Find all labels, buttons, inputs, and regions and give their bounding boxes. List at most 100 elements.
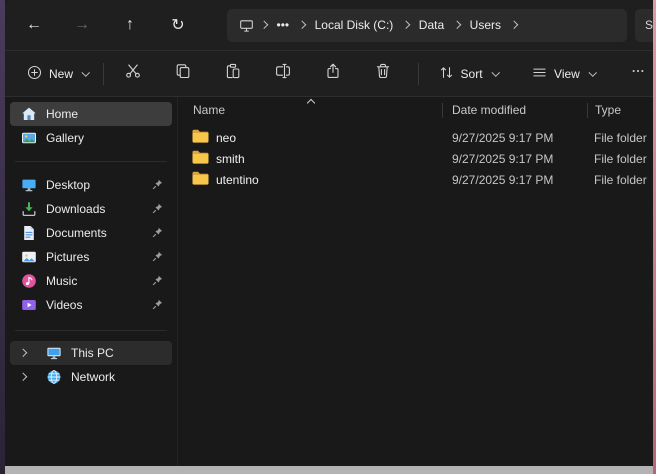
more-icon [631, 64, 645, 83]
paste-button[interactable] [214, 58, 252, 90]
sort-button[interactable]: Sort [429, 58, 509, 90]
sidebar-item-label: Downloads [46, 202, 105, 216]
chevron-down-icon [491, 68, 499, 76]
sidebar-item-label: Music [46, 274, 77, 288]
sidebar-item-desktop[interactable]: Desktop [10, 173, 172, 197]
breadcrumb-chevron-icon [260, 21, 268, 29]
more-options-button[interactable] [619, 58, 653, 90]
breadcrumb-item-data[interactable]: Data [412, 12, 451, 38]
trash-icon [375, 63, 391, 84]
cut-button[interactable] [114, 58, 152, 90]
delete-button[interactable] [364, 58, 402, 90]
breadcrumb-chevron-icon [298, 21, 306, 29]
breadcrumb-ellipsis-button[interactable]: ••• [270, 12, 297, 38]
file-type: File folder [587, 152, 653, 166]
expand-chevron-icon[interactable] [10, 350, 36, 356]
file-row[interactable]: neo 9/27/2025 9:17 PM File folder [178, 127, 653, 148]
breadcrumb-chevron-icon [402, 21, 410, 29]
folder-icon [192, 129, 209, 146]
up-icon: ↑ [126, 16, 134, 34]
file-date-modified: 9/27/2025 9:17 PM [443, 152, 587, 166]
file-list: Name Date modified Type neo 9 [178, 97, 653, 466]
videos-icon [20, 297, 37, 313]
command-bar: New [5, 50, 653, 97]
expand-chevron-icon[interactable] [10, 374, 36, 380]
forward-button[interactable]: → [65, 9, 99, 41]
rename-icon [275, 63, 291, 84]
sidebar-item-home[interactable]: Home [10, 102, 172, 126]
this-pc-icon [233, 18, 258, 33]
sidebar-item-gallery[interactable]: Gallery [10, 126, 172, 150]
pin-icon [152, 299, 163, 313]
plus-circle-icon [27, 65, 42, 83]
sidebar-item-network[interactable]: Network [10, 365, 172, 389]
file-type: File folder [587, 173, 653, 187]
pin-icon [152, 179, 163, 193]
documents-icon [20, 225, 37, 241]
address-bar[interactable]: ••• Local Disk (C:) Data Users [227, 9, 627, 42]
file-type: File folder [587, 131, 653, 145]
breadcrumb-chevron-icon [510, 21, 518, 29]
desktop-icon [20, 177, 37, 193]
sidebar-item-label: This PC [71, 346, 114, 360]
file-name: neo [216, 131, 236, 145]
sidebar-item-videos[interactable]: Videos [10, 293, 172, 317]
pin-icon [152, 227, 163, 241]
pin-icon [152, 203, 163, 217]
music-icon [20, 273, 37, 289]
back-icon: ← [26, 16, 42, 34]
new-button[interactable]: New [17, 58, 99, 90]
sidebar-item-pictures[interactable]: Pictures [10, 245, 172, 269]
search-input[interactable]: Se [635, 9, 653, 42]
rename-button[interactable] [264, 58, 302, 90]
sidebar-item-label: Documents [46, 226, 107, 240]
sidebar: Home Gallery Desktop [5, 97, 178, 466]
sidebar-item-label: Home [46, 107, 78, 121]
chevron-down-icon [589, 68, 597, 76]
share-icon [325, 63, 341, 84]
up-button[interactable]: ↑ [113, 9, 147, 41]
paste-icon [225, 63, 241, 84]
window-body: Home Gallery Desktop [5, 97, 653, 466]
column-header-type[interactable]: Type [588, 103, 653, 117]
breadcrumb-item-users[interactable]: Users [463, 12, 508, 38]
sidebar-item-this-pc[interactable]: This PC [10, 341, 172, 365]
column-header-date-modified[interactable]: Date modified [443, 103, 587, 117]
sidebar-item-documents[interactable]: Documents [10, 221, 172, 245]
breadcrumb-item-local-disk[interactable]: Local Disk (C:) [308, 12, 401, 38]
sort-button-label: Sort [461, 67, 483, 81]
sidebar-divider [15, 161, 167, 162]
view-icon [532, 65, 547, 83]
pin-icon [152, 275, 163, 289]
view-button[interactable]: View [522, 58, 605, 90]
network-icon [45, 369, 62, 385]
forward-icon: → [74, 16, 90, 34]
sidebar-item-label: Gallery [46, 131, 84, 145]
sort-icon [439, 65, 454, 83]
search-text: Se [645, 18, 653, 32]
view-button-label: View [554, 67, 580, 81]
sidebar-item-label: Network [71, 370, 115, 384]
toolbar-divider [418, 63, 419, 85]
copy-icon [175, 63, 191, 84]
refresh-button[interactable]: ↻ [161, 9, 195, 41]
copy-button[interactable] [164, 58, 202, 90]
refresh-icon: ↻ [171, 15, 184, 35]
sidebar-item-downloads[interactable]: Downloads [10, 197, 172, 221]
scissors-icon [125, 63, 141, 84]
file-row[interactable]: smith 9/27/2025 9:17 PM File folder [178, 148, 653, 169]
column-header-name[interactable]: Name [178, 103, 442, 117]
desktop-background: ← → ↑ ↻ ••• Local Disk (C:) Data [0, 0, 656, 474]
file-explorer-window: ← → ↑ ↻ ••• Local Disk (C:) Data [5, 0, 653, 466]
desktop-edge-bottom [5, 466, 653, 474]
pin-icon [152, 251, 163, 265]
folder-icon [192, 150, 209, 167]
file-row[interactable]: utentino 9/27/2025 9:17 PM File folder [178, 169, 653, 190]
sidebar-item-music[interactable]: Music [10, 269, 172, 293]
breadcrumb-chevron-icon [453, 21, 461, 29]
share-button[interactable] [314, 58, 352, 90]
downloads-icon [20, 201, 37, 217]
sidebar-item-label: Pictures [46, 250, 89, 264]
folder-icon [192, 171, 209, 188]
back-button[interactable]: ← [17, 9, 51, 41]
